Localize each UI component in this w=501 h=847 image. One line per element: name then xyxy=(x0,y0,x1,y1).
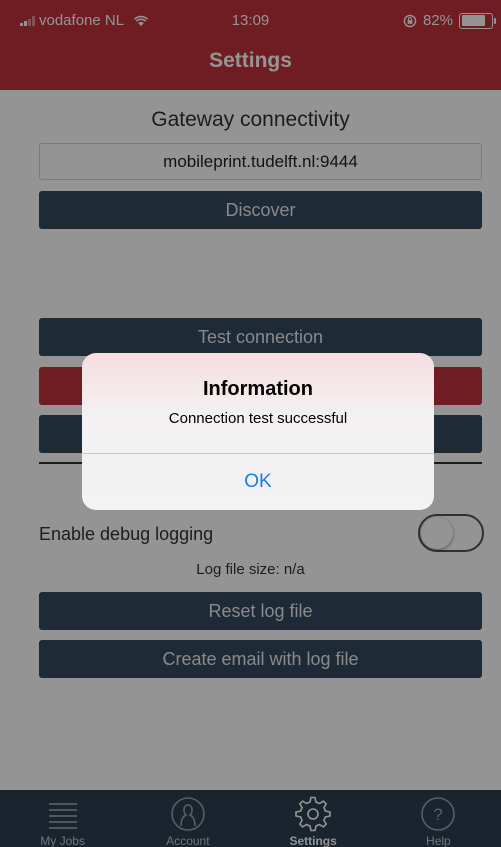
alert-message: Connection test successful xyxy=(168,410,348,427)
alert-title: Information xyxy=(203,378,313,400)
modal-backdrop: Information Connection test successful O… xyxy=(0,0,501,847)
alert-ok-button[interactable]: OK xyxy=(82,454,434,510)
information-alert: Information Connection test successful O… xyxy=(82,353,434,510)
